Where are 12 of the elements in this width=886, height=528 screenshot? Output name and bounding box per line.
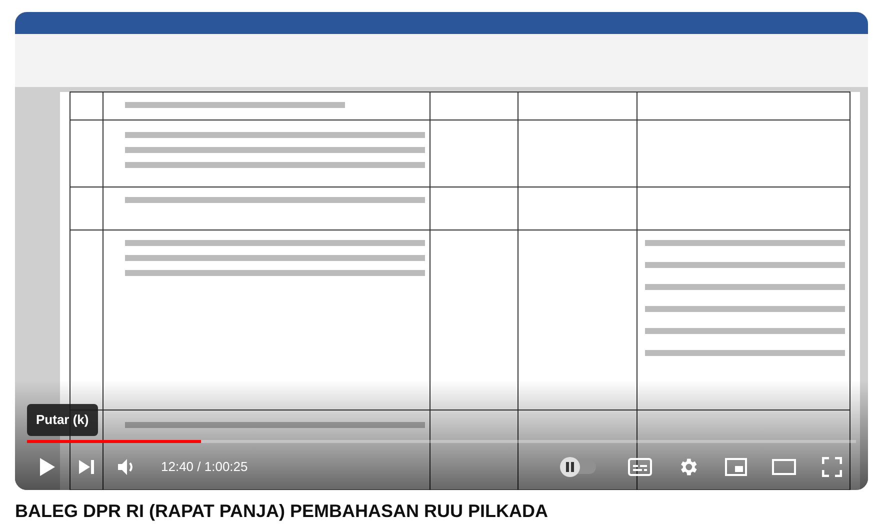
pause-icon — [566, 462, 574, 472]
fullscreen-icon — [822, 457, 842, 477]
next-icon — [78, 459, 96, 475]
autoplay-toggle[interactable] — [562, 460, 596, 474]
theater-icon — [772, 459, 796, 475]
miniplayer-icon — [725, 458, 747, 476]
video-title: BALEG DPR RI (RAPAT PANJA) PEMBAHASAN RUU PILKADA — [15, 500, 550, 522]
subtitles-icon — [628, 458, 652, 476]
tooltip: Putar (k) — [27, 404, 98, 436]
time-display: 12:40 / 1:00:25 — [161, 458, 248, 476]
play-icon — [38, 457, 56, 477]
video-player[interactable]: Putar (k) 12:40 / 1:00:25 — [15, 12, 868, 490]
